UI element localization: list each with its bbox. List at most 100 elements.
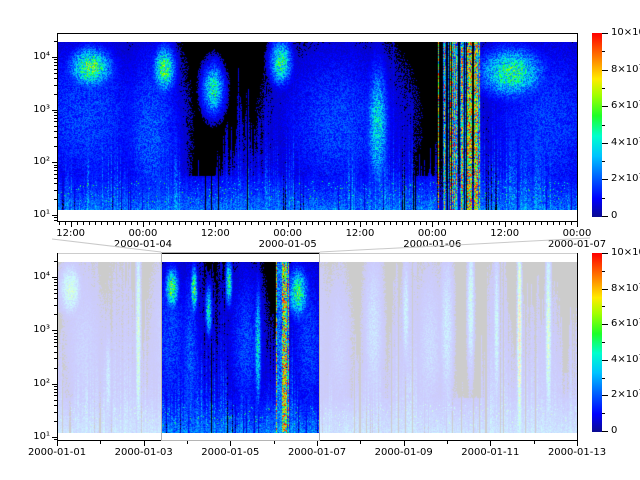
x-tick-label: 2000-01-09 xyxy=(375,447,433,458)
x-minor-tick xyxy=(360,441,361,444)
y-minor-tick xyxy=(54,293,57,294)
x-tick-label: 00:00 xyxy=(418,228,447,239)
colorbar-minor-tick xyxy=(602,342,605,343)
y-minor-tick xyxy=(54,285,57,286)
y-minor-tick xyxy=(54,62,57,63)
y-minor-tick xyxy=(54,279,57,280)
x-minor-tick xyxy=(131,222,132,225)
x-minor-tick xyxy=(336,222,337,225)
x-minor-tick xyxy=(535,222,536,225)
y-major-tick xyxy=(52,215,57,216)
x-tick-label: 00:00 xyxy=(563,228,592,239)
y-minor-tick xyxy=(54,85,57,86)
x-minor-tick xyxy=(402,222,403,225)
x-tick-label: 2000-01-03 xyxy=(115,447,173,458)
x-major-tick xyxy=(317,441,318,446)
colorbar-tick-label: 4×10⁷ xyxy=(611,137,640,149)
colorbar-tick-label: 4×10⁷ xyxy=(611,354,640,366)
y-minor-tick xyxy=(54,183,57,184)
y-minor-tick xyxy=(54,126,57,127)
y-minor-tick xyxy=(54,178,57,179)
y-minor-tick xyxy=(54,282,57,283)
colorbar-major-tick xyxy=(602,179,608,180)
x-major-tick xyxy=(505,222,506,227)
x-minor-tick xyxy=(95,222,96,225)
x-minor-tick xyxy=(294,222,295,225)
x-major-tick xyxy=(71,222,72,227)
x-minor-tick xyxy=(456,222,457,225)
x-minor-tick xyxy=(161,222,162,225)
y-major-tick xyxy=(52,110,57,111)
x-tick-label: 12:00 xyxy=(346,228,375,239)
x-minor-tick xyxy=(276,222,277,225)
x-minor-tick xyxy=(426,222,427,225)
x-minor-tick xyxy=(191,222,192,225)
y-minor-tick xyxy=(54,305,57,306)
colorbar-tick-label: 10×10⁷ xyxy=(611,247,640,259)
x-minor-tick xyxy=(155,222,156,225)
colorbar-tick-label: 6×10⁷ xyxy=(611,318,640,330)
y-minor-tick xyxy=(54,94,57,95)
y-tick-label: 10¹ xyxy=(10,431,50,443)
x-minor-tick xyxy=(468,222,469,225)
y-minor-tick xyxy=(54,121,57,122)
y-minor-tick xyxy=(54,389,57,390)
colorbar-major-tick xyxy=(602,253,608,254)
y-tick-label: 10¹ xyxy=(10,209,50,221)
x-minor-tick xyxy=(270,222,271,225)
y-minor-tick xyxy=(54,170,57,171)
y-minor-tick xyxy=(54,59,57,60)
colorbar-major-tick xyxy=(602,431,608,432)
x-minor-tick xyxy=(523,222,524,225)
x-minor-tick xyxy=(203,222,204,225)
x-minor-tick xyxy=(378,222,379,225)
y-minor-tick xyxy=(54,115,57,116)
x-minor-tick xyxy=(493,222,494,225)
y-minor-tick xyxy=(54,314,57,315)
x-minor-tick xyxy=(227,222,228,225)
detail-spectrogram-canvas[interactable] xyxy=(58,42,577,210)
colorbar-minor-tick xyxy=(602,378,605,379)
y-minor-tick xyxy=(54,217,57,218)
x-minor-tick xyxy=(233,222,234,225)
x-tick-label: 00:00 xyxy=(129,228,158,239)
colorbar-major-tick xyxy=(602,33,608,34)
x-minor-tick xyxy=(372,222,373,225)
x-minor-tick xyxy=(414,222,415,225)
y-minor-tick xyxy=(54,131,57,132)
colorbar-major-tick xyxy=(602,289,608,290)
colorbar-minor-tick xyxy=(602,306,605,307)
x-minor-tick xyxy=(324,222,325,225)
x-minor-tick xyxy=(487,222,488,225)
dim-curtain-left xyxy=(58,253,161,440)
colorbar-minor-tick xyxy=(602,88,605,89)
x-minor-tick xyxy=(565,222,566,225)
colorbar-major-tick xyxy=(602,324,608,325)
colorbar-major-tick xyxy=(602,360,608,361)
y-minor-tick xyxy=(54,41,57,42)
x-minor-tick xyxy=(89,222,90,225)
x-minor-tick xyxy=(499,222,500,225)
context-colorbar xyxy=(592,253,602,432)
x-minor-tick xyxy=(342,222,343,225)
colorbar-minor-tick xyxy=(602,51,605,52)
y-minor-tick xyxy=(54,339,57,340)
x-tick-label: 00:00 xyxy=(273,228,302,239)
x-minor-tick xyxy=(149,222,150,225)
y-tick-label: 10⁴ xyxy=(10,51,50,63)
x-minor-tick xyxy=(511,222,512,225)
x-minor-tick xyxy=(366,222,367,225)
x-tick-label: 12:00 xyxy=(56,228,85,239)
x-minor-tick xyxy=(264,222,265,225)
colorbar-major-tick xyxy=(602,216,608,217)
x-major-tick xyxy=(143,222,144,227)
y-minor-tick xyxy=(54,346,57,347)
x-tick-label: 12:00 xyxy=(490,228,519,239)
y-minor-tick xyxy=(54,352,57,353)
x-minor-tick xyxy=(300,222,301,225)
x-minor-tick xyxy=(354,222,355,225)
x-minor-tick xyxy=(481,222,482,225)
x-major-tick xyxy=(490,441,491,446)
time-selection-region[interactable] xyxy=(161,252,320,441)
y-tick-label: 10⁴ xyxy=(10,271,50,283)
